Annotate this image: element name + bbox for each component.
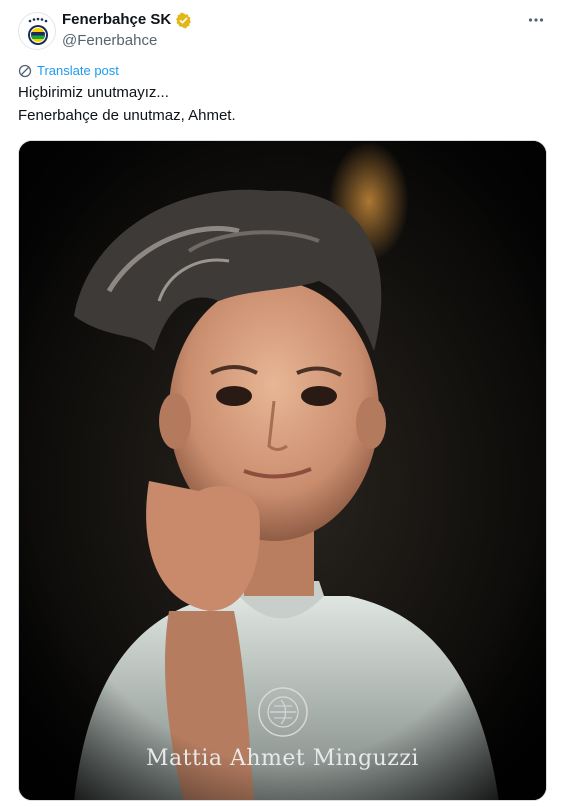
- fenerbahce-emblem-icon: [258, 687, 308, 737]
- verified-badge-icon: [176, 12, 192, 28]
- author-info: Fenerbahçe SK @Fenerbahce: [62, 10, 192, 51]
- post-image[interactable]: Mattia Ahmet Minguzzi: [18, 140, 547, 801]
- post-text: Hiçbirimiz unutmayız... Fenerbahçe de un…: [18, 81, 236, 127]
- translate-post-link[interactable]: Translate post: [18, 63, 119, 79]
- translate-label: Translate post: [37, 63, 119, 78]
- tweet: Fenerbahçe SK @Fenerbahce Translate post…: [0, 0, 562, 803]
- author-avatar[interactable]: [18, 12, 56, 50]
- more-options-icon[interactable]: [524, 8, 548, 32]
- post-text-line: Hiçbirimiz unutmayız...: [18, 84, 169, 101]
- fenerbahce-crest-icon: [28, 17, 48, 45]
- post-text-line: Fenerbahçe de unutmaz, Ahmet.: [18, 107, 236, 124]
- author-handle[interactable]: @Fenerbahce: [62, 31, 192, 51]
- author-display-name[interactable]: Fenerbahçe SK: [62, 10, 171, 30]
- translate-icon: [18, 64, 32, 78]
- image-caption: Mattia Ahmet Minguzzi: [146, 746, 419, 771]
